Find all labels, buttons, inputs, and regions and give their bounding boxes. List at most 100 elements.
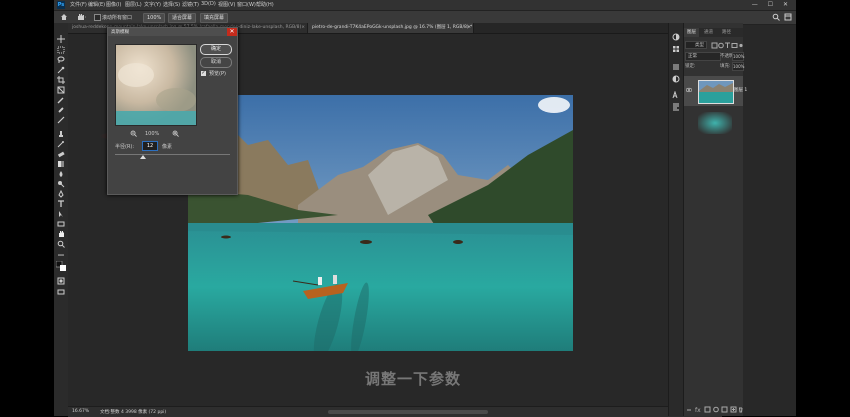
move-tool-icon[interactable] [57, 35, 65, 43]
menu-edit[interactable]: 编辑(E) [88, 1, 105, 8]
layer-row[interactable]: 图层 1 [684, 76, 747, 106]
crop-tool-icon[interactable] [57, 76, 65, 84]
eye-icon[interactable] [686, 87, 692, 93]
fill-screen-button[interactable]: 填充屏幕 [200, 13, 229, 23]
zoom-100-button[interactable]: 100% [143, 13, 166, 23]
type-tool-icon[interactable] [57, 200, 65, 208]
zoom-in-icon[interactable] [172, 130, 179, 137]
quick-select-tool-icon[interactable] [57, 66, 65, 74]
layer-name[interactable]: 图层 1 [734, 87, 747, 93]
radius-label: 半径(R): [115, 144, 135, 150]
dodge-tool-icon[interactable] [57, 180, 65, 188]
menu-window[interactable]: 窗口(W) [237, 1, 256, 8]
lake-photo[interactable] [188, 95, 573, 351]
menu-help[interactable]: 帮助(H) [256, 1, 274, 8]
lasso-tool-icon[interactable] [57, 56, 65, 64]
preview-checkbox[interactable]: ✓ [201, 71, 206, 76]
screen-mode-icon[interactable] [57, 288, 65, 296]
stamp-tool-icon[interactable] [57, 130, 65, 138]
swatches-panel-icon[interactable] [672, 45, 680, 53]
fill-label: 填充: [720, 64, 731, 69]
workspace-icon[interactable] [784, 13, 792, 21]
character-panel-icon[interactable] [672, 91, 680, 99]
pen-tool-icon[interactable] [57, 190, 65, 198]
status-doc-info[interactable]: 文档:整数 4 3998 像素 (72 ppi) [100, 409, 166, 415]
window-controls[interactable]: — ☐ ✕ [752, 1, 792, 8]
dialog-titlebar: 高斯模糊 ✕ [108, 28, 237, 36]
caption-text: 调整一下参数 [364, 370, 461, 388]
path-select-icon[interactable] [57, 210, 65, 218]
tab-close-icon[interactable]: × [301, 23, 305, 33]
tools-panel [54, 23, 69, 416]
scroll-all-windows-label: 滚动所有窗口 [102, 15, 133, 21]
hand-tool-icon[interactable] [76, 13, 86, 21]
history-brush-icon[interactable] [57, 140, 65, 148]
radius-unit: 像素 [162, 144, 173, 150]
menu-bar: Ps 文件(F) 编辑(E) 图像(I) 图层(L) 文字(Y) 选择(S) 滤… [54, 0, 796, 10]
radius-input[interactable]: 12 [142, 141, 158, 151]
marquee-tool-icon[interactable] [57, 46, 65, 54]
gradient-tool-icon[interactable] [57, 160, 65, 168]
blend-mode-value: 正常 [688, 54, 697, 59]
menu-select[interactable]: 选择(S) [163, 1, 180, 8]
menu-type[interactable]: 文字(Y) [144, 1, 161, 8]
menu-layer[interactable]: 图层(L) [125, 1, 142, 8]
shape-tool-icon[interactable] [57, 220, 65, 228]
layer-filter-dropdown[interactable]: 类型 [685, 41, 707, 49]
frame-tool-icon[interactable] [57, 86, 65, 94]
tab-label: pietro-de-grandi-T7K4aEPoGGk-unsplash.jp… [312, 25, 473, 30]
zoom-out-icon[interactable] [130, 130, 137, 137]
tab-close-icon[interactable]: × [467, 23, 471, 33]
svg-text:fx: fx [695, 407, 701, 414]
dialog-title: 高斯模糊 [111, 30, 129, 35]
cancel-button[interactable]: 取消 [200, 57, 232, 68]
panel-icon-strip [669, 23, 684, 416]
blur-tool-icon[interactable] [57, 170, 65, 178]
color-panel-icon[interactable] [672, 33, 680, 41]
tab-paths[interactable]: 路径 [719, 28, 734, 37]
blur-preview[interactable] [115, 44, 197, 126]
layer-thumbnail [698, 112, 732, 134]
layer-filter-icons[interactable] [711, 42, 743, 49]
color-swatches-icon[interactable] [56, 261, 66, 271]
tab-layers[interactable]: 图层 [684, 28, 699, 37]
radius-slider-track[interactable] [115, 154, 230, 155]
hand-icon[interactable] [57, 230, 65, 238]
menu-file[interactable]: 文件(F) [70, 1, 87, 8]
home-icon[interactable] [60, 13, 68, 21]
horizontal-scroll-thumb[interactable] [328, 410, 488, 414]
scroll-all-windows-checkbox[interactable] [94, 14, 101, 21]
zoom-tool-icon[interactable] [57, 240, 65, 248]
layers-panel: 图层 通道 路径 类型 正常 不透明度: 100% 锁定: 填充: 100% 图… [668, 23, 747, 416]
eyedropper-tool-icon[interactable] [57, 96, 65, 104]
brush-tool-icon[interactable] [57, 116, 65, 124]
tab-pietro-de-grandi[interactable]: pietro-de-grandi-T7K4aEPoGGk-unsplash.jp… [308, 23, 474, 33]
ok-button[interactable]: 确定 [200, 44, 232, 55]
tab-channels[interactable]: 通道 [701, 28, 716, 37]
menu-view[interactable]: 视图(V) [218, 1, 235, 8]
search-icon[interactable] [772, 13, 780, 21]
healing-brush-icon[interactable] [57, 106, 65, 114]
properties-panel-icon[interactable] [672, 63, 680, 71]
radius-slider-knob[interactable] [139, 155, 146, 159]
adjustments-panel-icon[interactable] [672, 75, 680, 83]
menu-3d[interactable]: 3D(D) [201, 1, 216, 7]
quick-mask-icon[interactable] [57, 277, 65, 285]
opacity-input[interactable]: 100% [732, 52, 744, 61]
blend-mode-select[interactable]: 正常 [685, 52, 721, 61]
lock-label: 锁定: [685, 64, 696, 69]
fill-input[interactable]: 100% [732, 62, 744, 71]
layer-thumbnail [698, 80, 734, 104]
status-zoom[interactable]: 16.67% [72, 409, 89, 414]
more-tools-icon[interactable] [57, 251, 65, 259]
status-bar: 16.67% 文档:整数 4 3998 像素 (72 ppi) [68, 406, 722, 417]
paragraph-panel-icon[interactable] [672, 103, 680, 111]
close-button[interactable]: ✕ [227, 28, 237, 36]
fit-screen-button[interactable]: 适合屏幕 [168, 13, 197, 23]
layer-actions-bar[interactable]: fx [684, 405, 743, 414]
eraser-tool-icon[interactable] [57, 150, 65, 158]
menu-image[interactable]: 图像(I) [106, 1, 121, 8]
preview-zoom-value: 100% [145, 131, 160, 137]
menu-filter[interactable]: 滤镜(T) [182, 1, 199, 8]
layer-row[interactable] [684, 108, 743, 138]
